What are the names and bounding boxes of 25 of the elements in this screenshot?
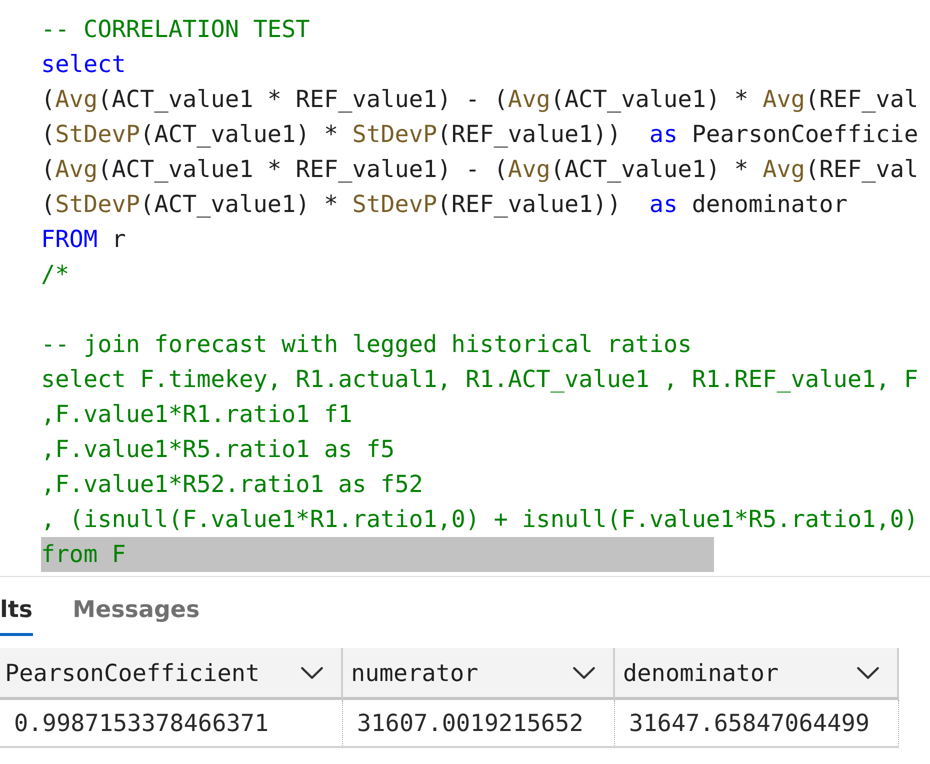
code-line: FROM r [41, 224, 126, 255]
code-line: (StDevP(ACT_value1) * StDevP(REF_value1)) as denominator [41, 189, 848, 220]
code-line: select F.timekey, R1.actual1, R1.ACT_value1 , R1.REF_value1, F [41, 364, 918, 395]
code-line: ,F.value1*R5.ratio1 as f5 [41, 434, 395, 465]
table-cell: 31647.65847064499 [615, 700, 899, 748]
table-cell: 31607.0019215652 [343, 700, 615, 748]
code-line: select [41, 49, 126, 80]
code-line: (Avg(ACT_value1 * REF_value1) - (Avg(ACT_value1) * Avg(REF_val [41, 154, 918, 185]
code-line: (StDevP(ACT_value1) * StDevP(REF_value1)) as PearsonCoefficie [41, 119, 918, 150]
column-header[interactable]: numerator [343, 648, 615, 700]
code-line: , (isnull(F.value1*R1.ratio1,0) + isnull(F.value1*R5.ratio1,0) [41, 504, 918, 535]
code-line: -- join forecast with legged historical ratios [41, 329, 692, 360]
chevron-down-icon[interactable] [857, 666, 879, 678]
tab[interactable]: lts [0, 577, 33, 636]
chevron-down-icon[interactable] [573, 666, 595, 678]
code-line: -- CORRELATION TEST [41, 14, 310, 45]
table-cell: 0.9987153378466371 [0, 700, 343, 748]
tab[interactable]: Messages [72, 577, 200, 636]
code-line: ,F.value1*R1.ratio1 f1 [41, 399, 352, 430]
column-header[interactable]: PearsonCoefficient [0, 648, 343, 700]
code-line: ,F.value1*R52.ratio1 as f52 [41, 469, 424, 500]
chevron-down-icon[interactable] [301, 666, 323, 678]
code-line: /* [41, 259, 70, 290]
code-line: (Avg(ACT_value1 * REF_value1) - (Avg(ACT_value1) * Avg(REF_val [41, 84, 918, 115]
column-header[interactable]: denominator [615, 648, 899, 700]
